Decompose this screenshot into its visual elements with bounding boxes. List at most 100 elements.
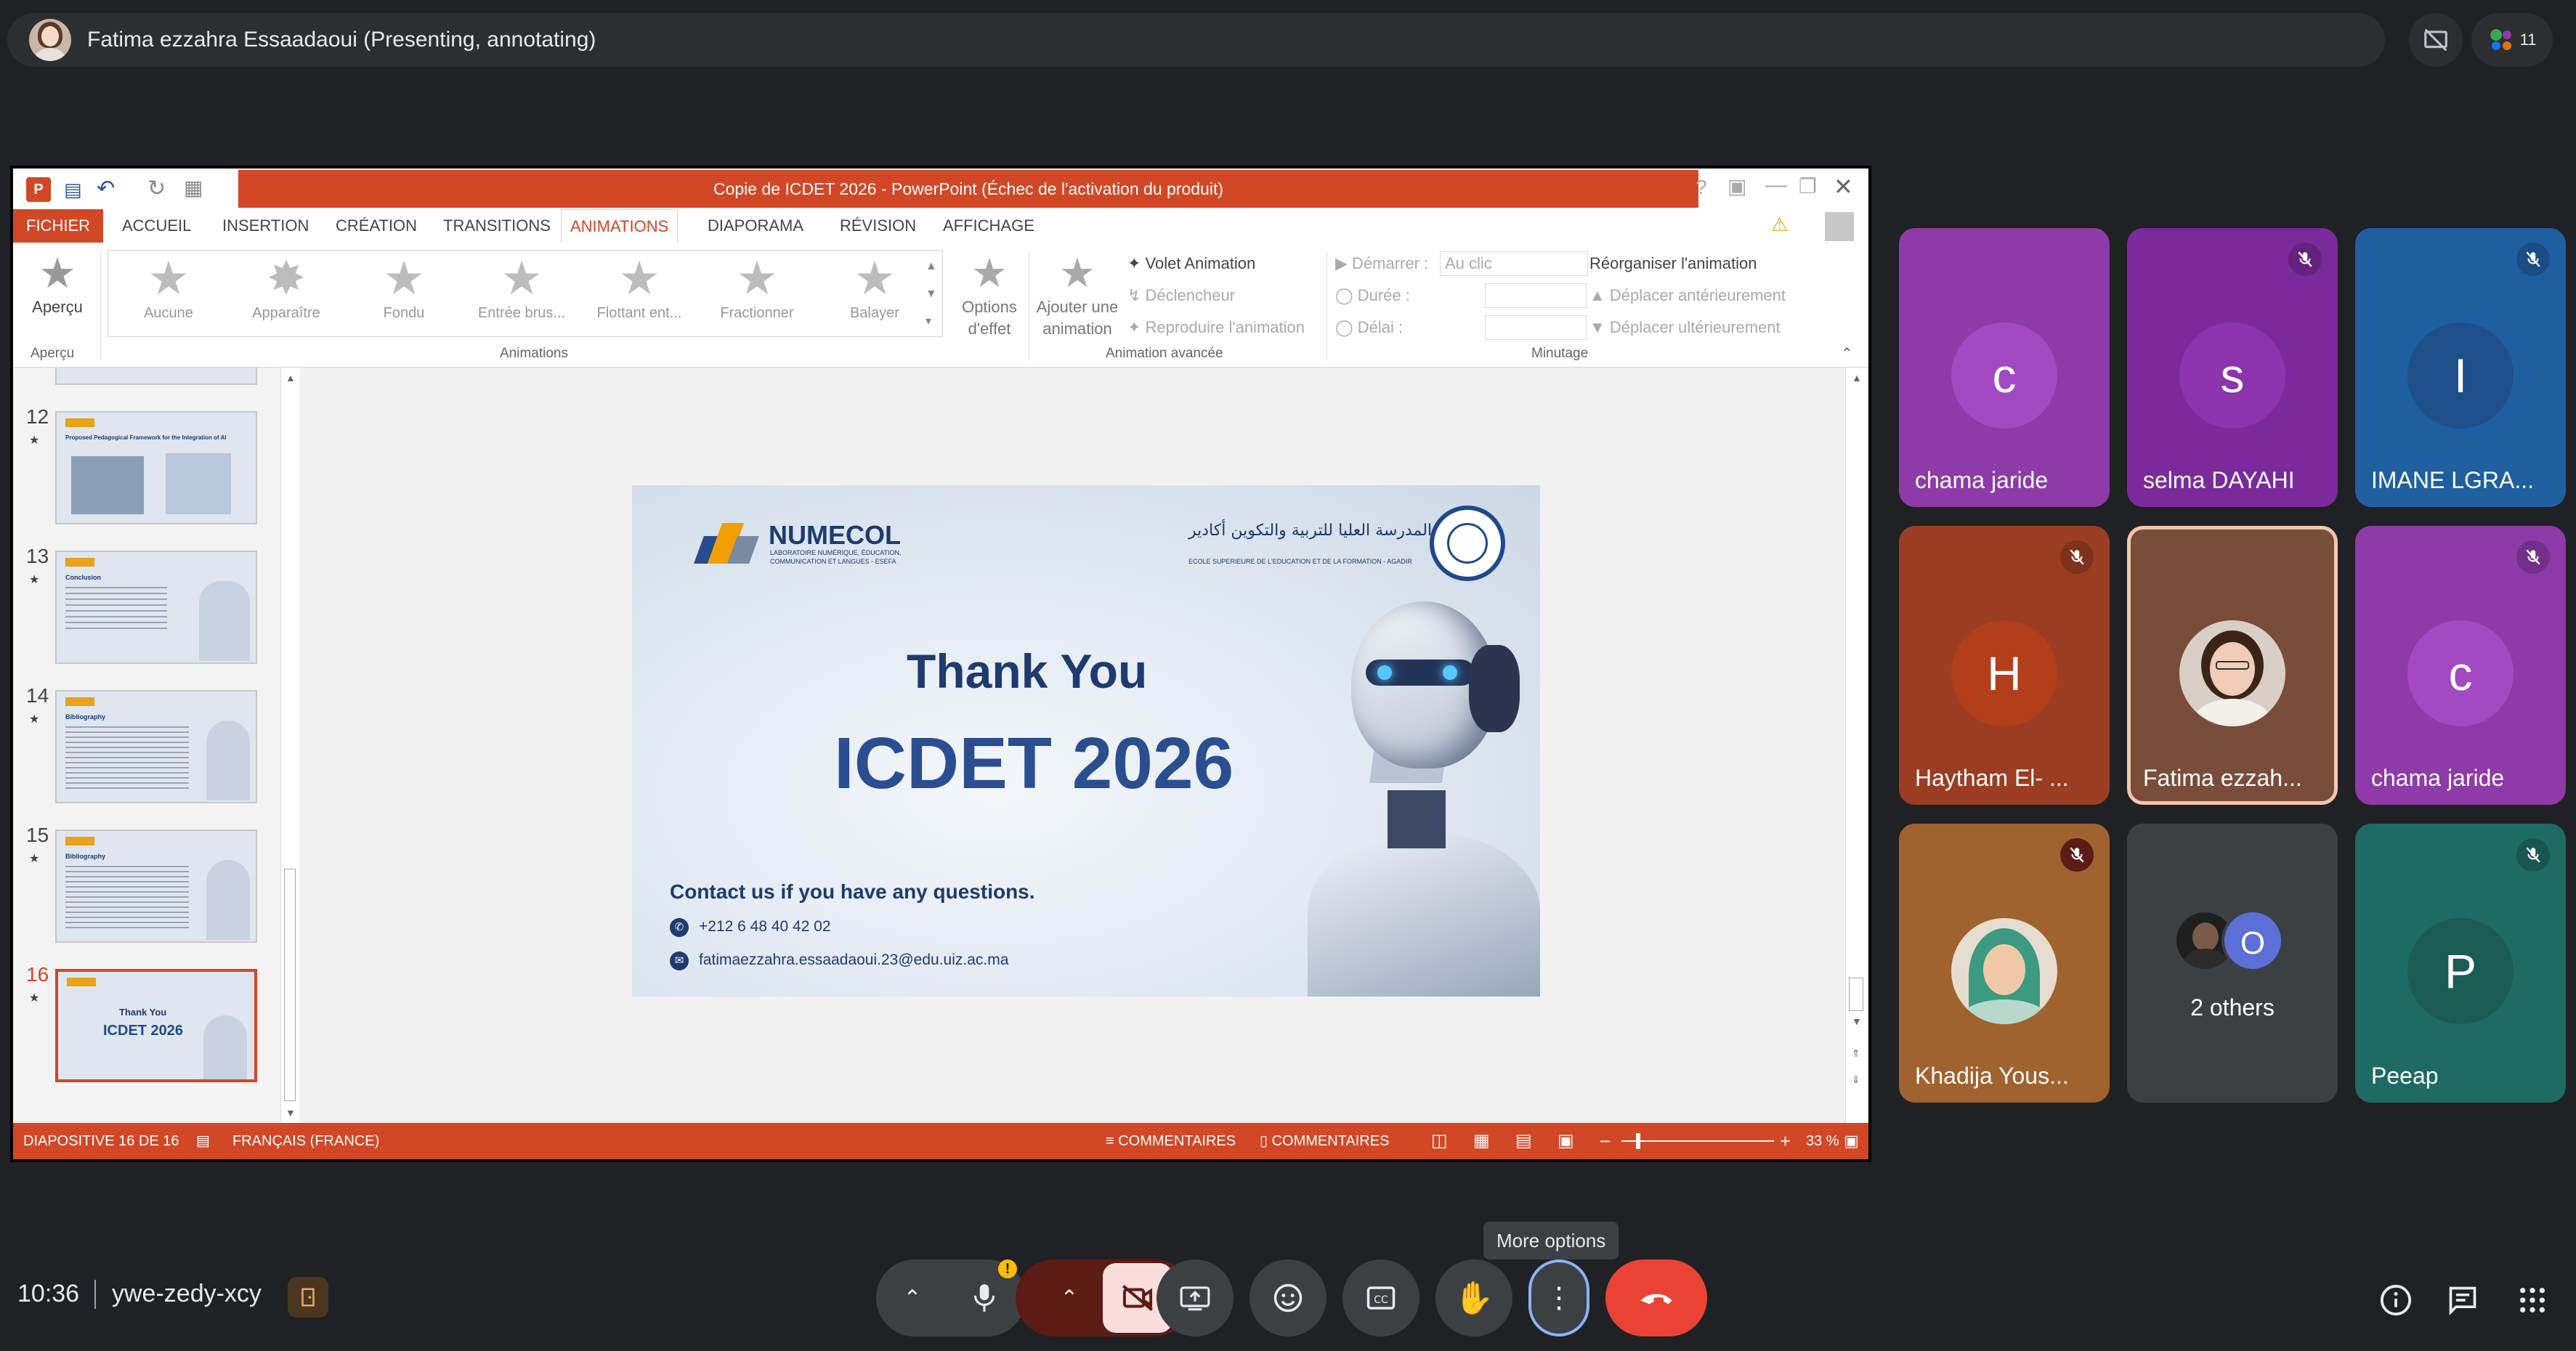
- hand-icon: ✋: [1454, 1281, 1494, 1316]
- meeting-details-button[interactable]: [2367, 1271, 2425, 1329]
- tab-revision[interactable]: RÉVISION: [831, 209, 925, 243]
- duree-input[interactable]: [1485, 283, 1587, 308]
- volet-animation-button[interactable]: ✦ Volet Animation: [1127, 254, 1255, 273]
- slide-thumbnail-12[interactable]: Proposed Pedagogical Framework for the I…: [55, 411, 257, 524]
- thumb-scrollbar[interactable]: ▲ ▼: [280, 368, 299, 1123]
- captions-button[interactable]: CC: [1342, 1259, 1419, 1336]
- slideshow-view-icon[interactable]: ▣: [1558, 1123, 1574, 1159]
- ribbon-display-icon[interactable]: ▣: [1728, 174, 1746, 198]
- anim-fractionner[interactable]: ★ Fractionner: [699, 251, 815, 338]
- slide-thumbnail-16-selected[interactable]: Thank You ICDET 2026: [55, 969, 257, 1082]
- account-avatar[interactable]: [1825, 212, 1854, 241]
- thumb-title: Bibliography: [65, 853, 106, 860]
- anim-apparaitre[interactable]: ✸ Apparaître: [228, 251, 344, 338]
- slide-thumbnails-pane[interactable]: 12 ★ Proposed Pedagogical Framework for …: [13, 368, 302, 1123]
- ajouter-animation-button[interactable]: ★ Ajouter une animation: [1030, 250, 1125, 340]
- school-french: ECOLE SUPERIEURE DE L'EDUCATION ET DE LA…: [1188, 558, 1412, 565]
- save-icon[interactable]: ▤: [64, 179, 82, 201]
- close-icon[interactable]: ✕: [1834, 173, 1853, 200]
- video-settings-button[interactable]: ⌃: [1036, 1259, 1103, 1336]
- stop-presenting-view-button[interactable]: [2409, 13, 2463, 67]
- language-label[interactable]: FRANÇAIS (FRANCE): [232, 1123, 379, 1159]
- microphone-button[interactable]: !: [946, 1259, 1023, 1336]
- more-vert-icon: ⋮: [1544, 1282, 1573, 1314]
- redo-icon[interactable]: ↻: [147, 176, 166, 201]
- activities-button[interactable]: [2503, 1271, 2561, 1329]
- editor-scrollbar[interactable]: ▲ ▼ ⇑ ⇓: [1845, 368, 1867, 1123]
- tab-transitions[interactable]: TRANSITIONS: [434, 209, 559, 243]
- participant-tile[interactable]: I IMANE LGRA...: [2355, 228, 2566, 507]
- tab-accueil[interactable]: ACCUEIL: [113, 209, 200, 243]
- slide-thumbnail-15[interactable]: Bibliography: [55, 829, 257, 943]
- maximize-icon[interactable]: ❐: [1799, 174, 1817, 198]
- participant-tile[interactable]: c chama jaride: [2355, 526, 2566, 805]
- comments-button[interactable]: ▯ COMMENTAIRES: [1260, 1123, 1389, 1159]
- reactions-button[interactable]: [1249, 1259, 1327, 1336]
- slide-thumbnail-14[interactable]: Bibliography: [55, 690, 257, 803]
- raise-hand-button[interactable]: ✋: [1435, 1259, 1512, 1336]
- host-controls-button[interactable]: [288, 1277, 328, 1318]
- reproduire-button[interactable]: ✦ Reproduire l'animation: [1127, 318, 1305, 337]
- zoom-in-icon[interactable]: +: [1780, 1123, 1791, 1159]
- thumb-text-lines: [65, 866, 189, 931]
- anim-balayer[interactable]: ★ Balayer: [817, 251, 933, 338]
- warning-icon[interactable]: ⚠: [1771, 214, 1788, 236]
- tab-fichier[interactable]: FICHIER: [13, 209, 103, 243]
- participant-tile[interactable]: Khadija Yous...: [1899, 824, 2110, 1103]
- participant-tile[interactable]: Fatima ezzah...: [2127, 526, 2338, 805]
- anim-flottant[interactable]: ★ Flottant ent...: [581, 251, 697, 338]
- deplacer-ulterieurement-button[interactable]: ▼ Déplacer ultérieurement: [1589, 318, 1781, 337]
- apercu-button[interactable]: ★ Aperçu: [17, 250, 97, 317]
- participant-tile[interactable]: H Haytham El- ...: [1899, 526, 2110, 805]
- gallery-scroll[interactable]: ▲ ▼ ▾: [926, 253, 937, 336]
- notes-button[interactable]: ≡ COMMENTAIRES: [1106, 1123, 1236, 1159]
- options-effet-button[interactable]: ★ Options d'effet: [953, 250, 1026, 340]
- delai-input[interactable]: [1485, 315, 1587, 340]
- participant-name: Peeap: [2371, 1063, 2439, 1089]
- participant-tile[interactable]: O 2 others: [2127, 824, 2338, 1103]
- undo-icon[interactable]: ↶: [97, 176, 115, 201]
- thumb-number: 14: [26, 684, 49, 707]
- school-arabic: المدرسة العليا للتربية والتكوين أكادير: [1188, 522, 1433, 540]
- zoom-out-icon[interactable]: −: [1600, 1123, 1611, 1159]
- anim-fondu[interactable]: ★ Fondu: [346, 251, 462, 338]
- participants-button[interactable]: 11: [2471, 13, 2553, 67]
- tab-affichage[interactable]: AFFICHAGE: [934, 209, 1043, 243]
- help-icon[interactable]: ?: [1696, 176, 1707, 199]
- slide-thumbnail-13[interactable]: Conclusion: [55, 551, 257, 664]
- audio-settings-button[interactable]: ⌃: [879, 1259, 946, 1336]
- anim-entree-brusque[interactable]: ★ Entrée brus...: [463, 251, 580, 338]
- minimize-icon[interactable]: —: [1765, 173, 1787, 198]
- participant-tile[interactable]: s selma DAYAHI: [2127, 228, 2338, 507]
- zoom-slider[interactable]: [1621, 1133, 1774, 1149]
- thumb-robot: [203, 1015, 247, 1079]
- normal-view-icon[interactable]: ◫: [1431, 1123, 1448, 1159]
- tab-creation[interactable]: CRÉATION: [327, 209, 426, 243]
- more-options-button[interactable]: ⋮: [1528, 1259, 1589, 1336]
- participant-avatar: c: [2407, 620, 2514, 726]
- chat-button[interactable]: [2434, 1271, 2492, 1329]
- thumb-number: 12: [26, 405, 49, 428]
- tab-animations[interactable]: ANIMATIONS: [561, 209, 679, 243]
- mic-off-icon: [2060, 540, 2094, 574]
- tab-insertion[interactable]: INSERTION: [214, 209, 317, 243]
- thumb-partial[interactable]: [55, 368, 257, 385]
- anim-aucune[interactable]: ★ Aucune: [110, 251, 227, 338]
- spellcheck-icon[interactable]: ▤: [196, 1123, 210, 1159]
- present-button[interactable]: [1157, 1259, 1234, 1336]
- participant-tile[interactable]: P Peeap: [2355, 824, 2566, 1103]
- leave-call-button[interactable]: [1605, 1259, 1707, 1336]
- declencheur-button[interactable]: ↯ Déclencheur: [1127, 286, 1235, 305]
- slide-sorter-icon[interactable]: ▦: [1473, 1123, 1490, 1159]
- numecol-logo-icon: [694, 523, 759, 564]
- collapse-ribbon-icon[interactable]: ⌃: [1841, 344, 1853, 362]
- reading-view-icon[interactable]: ▤: [1515, 1123, 1532, 1159]
- zoom-level[interactable]: 33 %: [1806, 1123, 1839, 1159]
- tab-diaporama[interactable]: DIAPORAMA: [699, 209, 812, 243]
- participant-tile[interactable]: c chama jaride: [1899, 228, 2110, 507]
- demarrer-select[interactable]: Au clic: [1440, 251, 1588, 276]
- current-slide[interactable]: NUMECOL LABORATOIRE NUMÉRIQUE, ÉDUCATION…: [632, 485, 1540, 997]
- deplacer-anterieurement-button[interactable]: ▲ Déplacer antérieurement: [1589, 286, 1786, 305]
- start-slideshow-icon[interactable]: ▦: [184, 176, 203, 200]
- fit-to-window-icon[interactable]: ▣: [1844, 1123, 1859, 1159]
